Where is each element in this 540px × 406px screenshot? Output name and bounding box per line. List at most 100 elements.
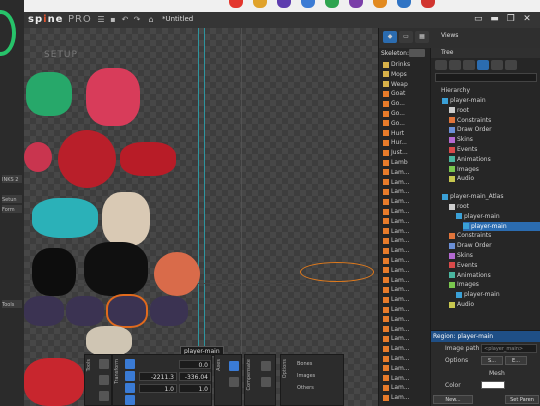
skeleton-list-item[interactable]: Lam...	[383, 187, 410, 196]
skeleton-list-item[interactable]: Lam...	[383, 393, 410, 402]
tree-item[interactable]: player-main	[456, 290, 500, 299]
skeleton-list-item[interactable]: Lam...	[383, 354, 410, 363]
tree-item[interactable]: Draw Order	[449, 125, 492, 134]
tree-item[interactable]: player-main_Atlas	[442, 192, 503, 201]
tree-item[interactable]: root	[449, 202, 469, 211]
skeleton-list-item[interactable]: Go...	[383, 119, 405, 128]
atlas-image[interactable]	[66, 296, 104, 326]
viewport[interactable]: SETUP player-main Tools Transform 0.0 -2…	[24, 28, 378, 406]
scale-y-field[interactable]: 1.0	[179, 384, 211, 393]
layout-icon[interactable]: ▦	[415, 31, 429, 43]
tree-item[interactable]: player-main	[442, 96, 486, 105]
tree-item[interactable]: Events	[449, 145, 477, 154]
maximize-button[interactable]: ❐	[504, 14, 518, 24]
atlas-image[interactable]	[84, 242, 148, 296]
skeleton-list-item[interactable]: Lam...	[383, 276, 410, 285]
tree-attachments-icon[interactable]	[477, 60, 489, 70]
skeleton-list-item[interactable]: Goat	[383, 89, 405, 98]
translate-icon[interactable]	[125, 371, 135, 381]
skeleton-list-item[interactable]: Lam...	[383, 334, 410, 343]
skeleton-list-item[interactable]: Drinks	[383, 60, 410, 69]
scale-x-field[interactable]: 1.0	[139, 384, 177, 393]
image-path-field[interactable]: <player_main>	[481, 344, 537, 353]
skeleton-list-item[interactable]: Lam...	[383, 383, 410, 392]
tree-item[interactable]: Constraints	[449, 116, 491, 125]
atlas-image[interactable]	[32, 198, 98, 238]
atlas-image[interactable]	[32, 248, 76, 296]
skeleton-list-item[interactable]: Lam...	[383, 217, 410, 226]
skeleton-list-item[interactable]: Lamb	[383, 158, 408, 167]
skeleton-list-item[interactable]: Go...	[383, 99, 405, 108]
skeleton-list-item[interactable]: Mops	[383, 70, 407, 79]
skeleton-list-item[interactable]: Lam...	[383, 168, 410, 177]
pose-tool-icon[interactable]	[99, 359, 109, 369]
tree-constraints-icon[interactable]	[491, 60, 503, 70]
settings-icon[interactable]: ◆	[383, 31, 397, 43]
tree-item[interactable]: Constraints	[449, 231, 491, 240]
option-e-toggle[interactable]: E...	[505, 356, 527, 365]
skeleton-list-item[interactable]: Lam...	[383, 227, 410, 236]
option-s-toggle[interactable]: S...	[481, 356, 503, 365]
atlas-image[interactable]	[150, 296, 188, 326]
tree-item[interactable]: Skins	[449, 135, 473, 144]
compensate-images-icon[interactable]	[261, 377, 271, 387]
skeleton-list-item[interactable]: Lam...	[383, 256, 410, 265]
tree-events-icon[interactable]	[505, 60, 517, 70]
skeleton-list-item[interactable]: Lam...	[383, 178, 410, 187]
rotate-icon[interactable]	[125, 359, 135, 369]
create-tool-icon[interactable]	[99, 391, 109, 401]
skeleton-list-item[interactable]: Lam...	[383, 285, 410, 294]
atlas-image[interactable]	[24, 358, 84, 406]
folder-icon[interactable]: ⌂	[146, 15, 156, 25]
atlas-image[interactable]	[26, 72, 72, 116]
tree-filter-icon[interactable]	[435, 60, 447, 70]
skeleton-list-item[interactable]: Lam...	[383, 295, 410, 304]
parent-axes-icon[interactable]	[229, 377, 239, 387]
close-button[interactable]: ✕	[520, 14, 534, 24]
skeleton-list-item[interactable]: Lam...	[383, 197, 410, 206]
skeleton-list-item[interactable]: Lam...	[383, 236, 410, 245]
translate-x-field[interactable]: -2211.3	[139, 372, 177, 381]
tree-item[interactable]: Events	[449, 261, 477, 270]
option-bones[interactable]: Bones	[297, 361, 312, 367]
menu-icon[interactable]: ☰	[96, 15, 106, 25]
set-parent-button[interactable]: Set Paren	[505, 395, 539, 404]
tree-item[interactable]: Audio	[449, 174, 474, 183]
skeleton-list-item[interactable]: Hurt	[383, 129, 404, 138]
translate-y-field[interactable]: -336.04	[179, 372, 211, 381]
skeleton-list-item[interactable]: Lam...	[383, 325, 410, 334]
local-axes-icon[interactable]	[229, 361, 239, 371]
atlas-image[interactable]	[24, 296, 64, 326]
tree-bones-icon[interactable]	[449, 60, 461, 70]
color-swatch[interactable]	[481, 381, 505, 389]
atlas-image[interactable]	[58, 130, 116, 188]
skeleton-list-item[interactable]: Weap	[383, 80, 408, 89]
tree-item[interactable]: Images	[449, 165, 479, 174]
scale-icon[interactable]	[125, 383, 135, 393]
save-icon[interactable]: ▪	[108, 15, 118, 25]
skeleton-list-item[interactable]: Lam...	[383, 374, 410, 383]
atlas-image[interactable]	[86, 68, 140, 126]
tree-item[interactable]: Draw Order	[449, 241, 492, 250]
skeleton-list-item[interactable]: Lam...	[383, 315, 410, 324]
skeleton-list-item[interactable]: Lam...	[383, 305, 410, 314]
tree-item[interactable]: root	[449, 106, 469, 115]
skeleton-list-item[interactable]: Lam...	[383, 344, 410, 353]
skeleton-options-button[interactable]	[409, 49, 425, 57]
skeleton-list-item[interactable]: Lam...	[383, 207, 410, 216]
skeleton-list-item[interactable]: Lam...	[383, 266, 410, 275]
tree-item[interactable]: Skins	[449, 251, 473, 260]
option-others[interactable]: Others	[297, 385, 314, 391]
skeleton-list-item[interactable]: Lam...	[383, 364, 410, 373]
tree-item[interactable]: Animations	[449, 155, 491, 164]
atlas-image[interactable]	[154, 252, 200, 296]
selection-ellipse[interactable]	[300, 262, 374, 282]
shear-icon[interactable]	[125, 395, 135, 405]
option-images[interactable]: Images	[297, 373, 315, 379]
skeleton-list-item[interactable]: Lam...	[383, 246, 410, 255]
mesh-label[interactable]: Mesh	[489, 370, 505, 377]
rotate-field[interactable]: 0.0	[179, 360, 211, 369]
tree-item[interactable]: player-main	[463, 221, 540, 231]
tree-item[interactable]: Images	[449, 280, 479, 289]
minimize-button[interactable]: ▬	[488, 14, 502, 24]
